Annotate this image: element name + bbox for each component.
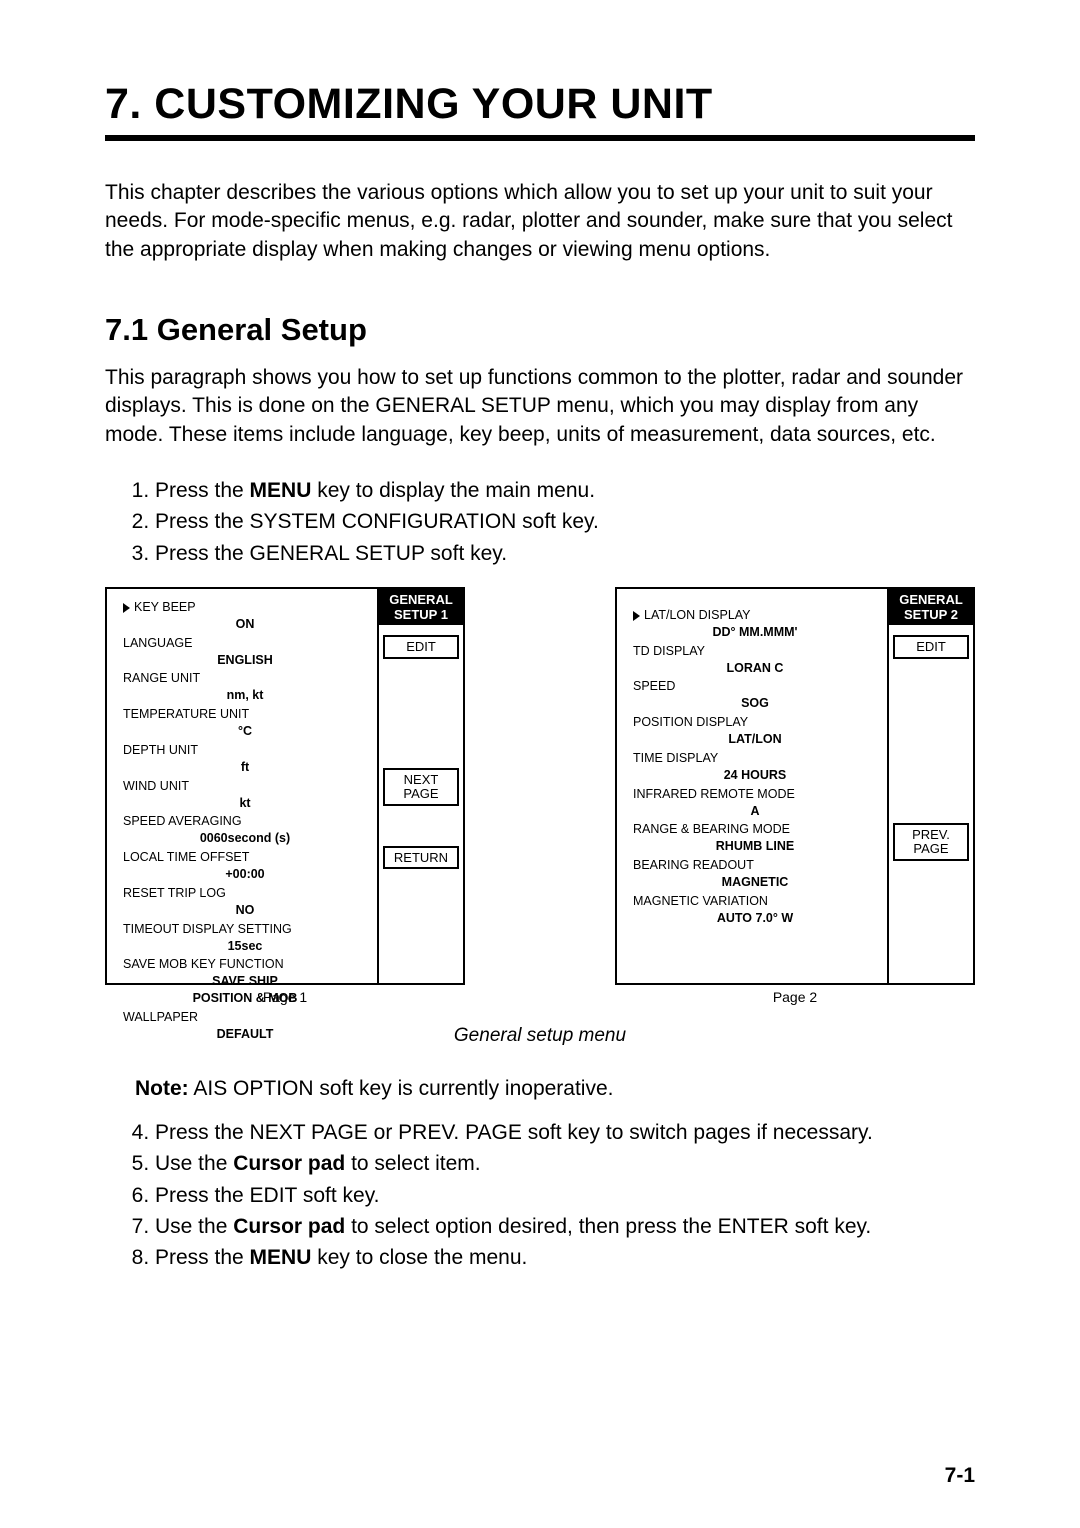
page: 7. CUSTOMIZING YOUR UNIT This chapter de… [0, 0, 1080, 1528]
panel-1-wrap: KEY BEEPON LANGUAGEENGLISH RANGE UNITnm,… [105, 587, 465, 1005]
step-1: Press the MENU key to display the main m… [155, 477, 975, 504]
title-rule [105, 135, 975, 141]
section-title: 7.1 General Setup [105, 312, 975, 348]
return-softkey[interactable]: RETURN [383, 846, 459, 870]
panel-2-wrap: LAT/LON DISPLAYDD° MM.MMM' TD DISPLAYLOR… [615, 587, 975, 1005]
diagrams-row: KEY BEEPON LANGUAGEENGLISH RANGE UNITnm,… [105, 587, 975, 1005]
selection-pointer-icon [123, 603, 130, 613]
step-5: Use the Cursor pad to select item. [155, 1150, 975, 1177]
step-3: Press the GENERAL SETUP soft key. [155, 540, 975, 567]
chapter-title: 7. CUSTOMIZING YOUR UNIT [105, 80, 975, 129]
panel1-list: KEY BEEPON LANGUAGEENGLISH RANGE UNITnm,… [107, 589, 377, 983]
section-body: This paragraph shows you how to set up f… [105, 364, 975, 449]
steps-list-bottom: Press the NEXT PAGE or PREV. PAGE soft k… [105, 1119, 975, 1271]
panel1-softkeys: GENERAL SETUP 1 EDIT NEXT PAGE RETURN [377, 589, 463, 983]
panel2-caption: Page 2 [615, 989, 975, 1005]
note: Note: AIS OPTION soft key is currently i… [135, 1077, 975, 1101]
step-2: Press the SYSTEM CONFIGURATION soft key. [155, 508, 975, 535]
edit-softkey[interactable]: EDIT [893, 635, 969, 659]
general-setup-2-panel: LAT/LON DISPLAYDD° MM.MMM' TD DISPLAYLOR… [615, 587, 975, 985]
next-page-softkey[interactable]: NEXT PAGE [383, 768, 459, 805]
selection-pointer-icon [633, 611, 640, 621]
panel2-list: LAT/LON DISPLAYDD° MM.MMM' TD DISPLAYLOR… [617, 589, 887, 983]
panel1-header: GENERAL SETUP 1 [379, 589, 463, 625]
panel2-softkeys: GENERAL SETUP 2 EDIT PREV. PAGE [887, 589, 973, 983]
chapter-intro: This chapter describes the various optio… [105, 179, 975, 264]
step-8: Press the MENU key to close the menu. [155, 1244, 975, 1271]
panel2-header: GENERAL SETUP 2 [889, 589, 973, 625]
step-4: Press the NEXT PAGE or PREV. PAGE soft k… [155, 1119, 975, 1146]
step-6: Press the EDIT soft key. [155, 1182, 975, 1209]
general-setup-1-panel: KEY BEEPON LANGUAGEENGLISH RANGE UNITnm,… [105, 587, 465, 985]
prev-page-softkey[interactable]: PREV. PAGE [893, 823, 969, 860]
edit-softkey[interactable]: EDIT [383, 635, 459, 659]
steps-list-top: Press the MENU key to display the main m… [105, 477, 975, 567]
page-number: 7-1 [945, 1464, 975, 1488]
step-7: Use the Cursor pad to select option desi… [155, 1213, 975, 1240]
